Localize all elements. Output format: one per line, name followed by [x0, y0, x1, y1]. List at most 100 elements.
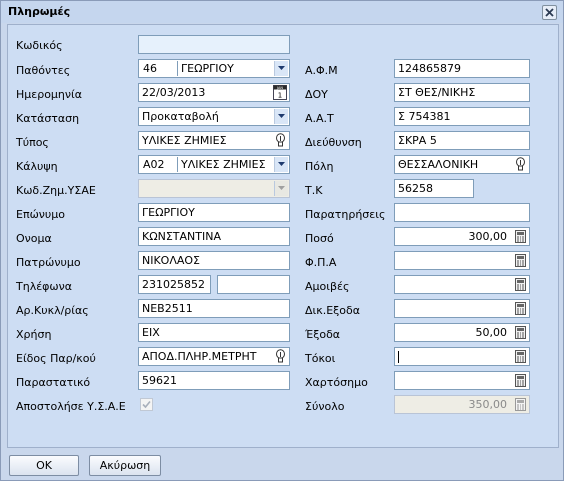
father-name-label: Πατρώνυμο	[16, 256, 81, 269]
svg-text:1: 1	[278, 92, 282, 100]
payment-kind-value: ΑΠΟΔ.ΠΛΗΡ.ΜΕΤΡΗΤ	[142, 350, 257, 363]
type-input[interactable]: ΥΛΙΚΕΣ ΖΗΜΙΕΣ	[138, 131, 290, 150]
total-label: Σύνολο	[305, 400, 345, 413]
expenses-value: 50,00	[475, 326, 508, 339]
title-bar: Πληρωμές	[1, 1, 563, 23]
lookup-bulb-icon[interactable]	[275, 349, 286, 364]
payment-kind-label: Είδος Παρ/κού	[16, 352, 96, 365]
text-cursor	[398, 351, 399, 363]
coverage-code: A02	[143, 158, 165, 171]
city-label: Πόλη	[305, 160, 334, 173]
address-label: Διεύθυνση	[305, 136, 362, 149]
fees-label: Αμοιβές	[305, 280, 350, 293]
court-expenses-input[interactable]	[394, 299, 530, 318]
expenses-input[interactable]: 50,00	[394, 323, 530, 342]
status-select[interactable]: Προκαταβολή	[138, 107, 290, 126]
chevron-down-icon	[278, 186, 285, 190]
damage-code-label: Κωδ.Ζημ.ΥΣΑΕ	[16, 184, 96, 197]
city-input[interactable]: ΘΕΣΣΑΛΟΝΙΚΗ	[394, 155, 530, 174]
status-dropdown-button[interactable]	[274, 109, 288, 124]
send-label: Αποστολήσε Υ.Σ.Α.Ε	[16, 400, 126, 413]
aat-label: Α.Α.Τ	[305, 112, 334, 125]
father-name-input[interactable]: ΝΙΚΟΛΑΟΣ	[138, 251, 290, 270]
phone-label: Τηλέφωνα	[16, 280, 73, 293]
calculator-icon[interactable]	[515, 350, 526, 363]
cancel-button[interactable]: Ακύρωση	[89, 455, 161, 476]
amount-value: 300,00	[468, 230, 508, 243]
interest-label: Τόκοι	[305, 352, 336, 365]
payee-dropdown-button[interactable]	[274, 61, 288, 76]
lookup-bulb-icon[interactable]	[275, 133, 286, 148]
date-input[interactable]: 22/03/2013 JAN 1	[138, 83, 290, 102]
ok-button[interactable]: ΟΚ	[9, 455, 79, 476]
calculator-icon	[515, 398, 526, 411]
zip-label: Τ.Κ	[305, 184, 323, 197]
phone-input-1[interactable]: 231025852	[138, 275, 211, 294]
coverage-label: Κάλυψη	[16, 160, 58, 173]
voucher-label: Παραστατικό	[16, 376, 91, 389]
phone-input-2[interactable]	[217, 275, 290, 294]
payee-label: Παθόντες	[16, 64, 71, 77]
chevron-down-icon	[278, 66, 285, 70]
calculator-icon[interactable]	[515, 254, 526, 267]
close-button[interactable]	[542, 5, 557, 20]
doy-label: ΔΟΥ	[305, 88, 328, 101]
remarks-input[interactable]	[394, 203, 530, 222]
lookup-bulb-icon[interactable]	[515, 157, 526, 172]
interest-input[interactable]	[394, 347, 530, 366]
form-panel: Κωδικός Παθόντες Ημερομηνία Κατάσταση Τύ…	[7, 24, 559, 448]
damage-code-select	[138, 179, 290, 198]
remarks-label: Παρατηρήσεις	[305, 208, 386, 221]
payments-window: Πληρωμές Κωδικός Παθόντες Ημερομηνία Κατ…	[0, 0, 564, 481]
usage-input[interactable]: ΕΙΧ	[138, 323, 290, 342]
send-checkbox[interactable]	[140, 398, 153, 411]
damage-code-dropdown-button	[274, 181, 288, 196]
stamp-duty-input[interactable]	[394, 371, 530, 390]
amount-label: Ποσό	[305, 232, 334, 245]
coverage-dropdown-button[interactable]	[274, 157, 288, 172]
calculator-icon[interactable]	[515, 230, 526, 243]
plate-label: Αρ.Κυκλ/ρίας	[16, 304, 89, 317]
address-input[interactable]: ΣΚΡΑ 5	[394, 131, 530, 150]
first-name-label: Ονομα	[16, 232, 52, 245]
amount-input[interactable]: 300,00	[394, 227, 530, 246]
first-name-input[interactable]: ΚΩΝΣΤΑΝΤΙΝΑ	[138, 227, 290, 246]
court-expenses-label: Δικ.Εξοδα	[305, 304, 361, 317]
status-value: Προκαταβολή	[142, 110, 219, 123]
coverage-name: ΥΛΙΚΕΣ ΖΗΜΙΕΣ	[181, 158, 266, 171]
vat-label: Φ.Π.Α	[305, 256, 337, 269]
doy-input[interactable]: ΣΤ ΘΕΣ/ΝΙΚΗΣ	[394, 83, 530, 102]
aat-input[interactable]: Σ 754381	[394, 107, 530, 126]
close-icon	[545, 8, 554, 17]
status-label: Κατάσταση	[16, 112, 80, 125]
calculator-icon[interactable]	[515, 326, 526, 339]
plate-input[interactable]: ΝΕΒ2511	[138, 299, 290, 318]
total-value: 350,00	[468, 398, 508, 411]
calendar-icon[interactable]: JAN 1	[273, 85, 287, 100]
window-title: Πληρωμές	[8, 5, 71, 18]
type-value: ΥΛΙΚΕΣ ΖΗΜΙΕΣ	[142, 134, 227, 147]
date-value: 22/03/2013	[142, 86, 206, 99]
total-input: 350,00	[394, 395, 530, 414]
fees-input[interactable]	[394, 275, 530, 294]
surname-input[interactable]: ΓΕΩΡΓΙΟΥ	[138, 203, 290, 222]
vat-input[interactable]	[394, 251, 530, 270]
expenses-label: Έξοδα	[305, 328, 341, 341]
coverage-combo[interactable]: A02 ΥΛΙΚΕΣ ΖΗΜΙΕΣ	[138, 155, 290, 174]
calculator-icon[interactable]	[515, 302, 526, 315]
payment-kind-input[interactable]: ΑΠΟΔ.ΠΛΗΡ.ΜΕΤΡΗΤ	[138, 347, 290, 366]
voucher-input[interactable]: 59621	[138, 371, 290, 390]
calculator-icon[interactable]	[515, 374, 526, 387]
date-label: Ημερομηνία	[16, 88, 83, 101]
surname-label: Επώνυμο	[16, 208, 66, 221]
zip-input[interactable]: 56258	[394, 179, 474, 198]
stamp-duty-label: Χαρτόσημο	[305, 376, 368, 389]
afm-input[interactable]: 124865879	[394, 59, 530, 78]
payee-combo[interactable]: 46 ΓΕΩΡΓΙΟΥ	[138, 59, 290, 78]
code-input[interactable]	[138, 35, 290, 54]
city-value: ΘΕΣΣΑΛΟΝΙΚΗ	[398, 158, 479, 171]
afm-label: Α.Φ.Μ	[305, 64, 338, 77]
calculator-icon[interactable]	[515, 278, 526, 291]
code-label: Κωδικός	[16, 39, 63, 52]
type-label: Τύπος	[16, 136, 49, 149]
